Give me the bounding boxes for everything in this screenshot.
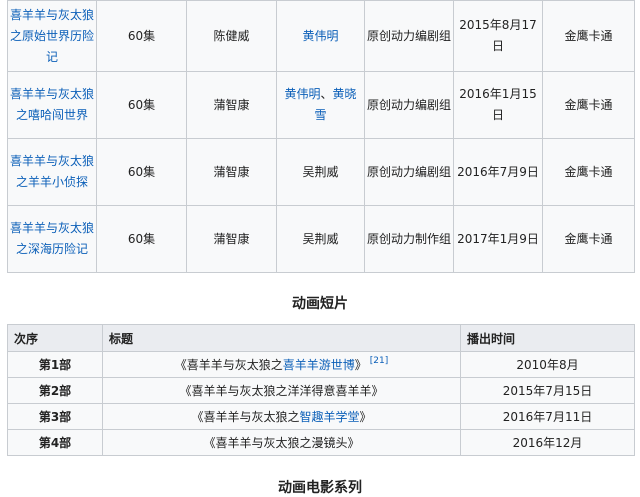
director-cell: 陈健威: [186, 0, 277, 72]
short-title-link[interactable]: 喜羊羊游世博: [283, 358, 355, 372]
series-title-link[interactable]: 喜羊羊与灰太狼之原始世界历险记: [10, 8, 94, 64]
short-title-cell: 《喜羊羊与灰太狼之漫镜头》: [102, 429, 461, 456]
writer-name: 吴荆威: [302, 231, 339, 246]
short-airdate-cell: 2010年8月: [460, 351, 635, 378]
episodes-cell: 60集: [96, 71, 187, 139]
series-table: 喜羊羊与灰太狼之原始世界历险记 60集 陈健威 黄伟明 原创动力编剧组 2015年8月17…: [7, 0, 635, 273]
writer-separator: 、: [320, 87, 333, 101]
short-title-cell: 《喜羊羊与灰太狼之洋洋得意喜羊羊》: [102, 377, 461, 404]
table-row: 喜羊羊与灰太狼之原始世界历险记 60集 陈健威 黄伟明 原创动力编剧组 2015年8月17…: [7, 0, 635, 72]
episodes-cell: 60集: [96, 0, 187, 72]
tv-channel-cell: 金鹰卡通: [542, 0, 635, 72]
short-title-text: 《喜羊羊与灰太狼之: [191, 410, 300, 424]
short-title-cell: 《喜羊羊与灰太狼之喜羊羊游世博》 [21]: [102, 351, 461, 378]
short-airdate-cell: 2016年7月11日: [460, 403, 635, 430]
table-row: 喜羊羊与灰太狼之深海历险记 60集 蒲智康 吴荆威 原创动力制作组 2017年1月9日 金鹰…: [7, 205, 635, 273]
table-row: 第1部 《喜羊羊与灰太狼之喜羊羊游世博》 [21] 2010年8月: [7, 351, 635, 378]
writer-link[interactable]: 黄伟明: [284, 87, 320, 101]
table-row: 第2部 《喜羊羊与灰太狼之洋洋得意喜羊羊》 2015年7月15日: [7, 377, 635, 404]
airdate-cell: 2016年1月15日: [453, 71, 543, 139]
column-header-airdate: 播出时间: [460, 324, 635, 352]
episodes-cell: 60集: [96, 138, 187, 206]
episodes-cell: 60集: [96, 205, 187, 273]
column-header-title: 标题: [102, 324, 461, 352]
airdate-cell: 2017年1月9日: [453, 205, 543, 273]
next-section-heading: 动画电影系列: [278, 480, 362, 496]
series-title-cell: 喜羊羊与灰太狼之羊羊小侦探: [7, 138, 97, 206]
studio-cell: 原创动力编剧组: [364, 138, 454, 206]
writer-cell: 吴荆威: [276, 205, 365, 273]
order-cell: 第2部: [7, 377, 103, 404]
short-airdate-cell: 2016年12月: [460, 429, 635, 456]
short-title-link[interactable]: 智趣羊学堂: [299, 410, 359, 424]
order-cell: 第1部: [7, 351, 103, 378]
short-title-text: 《喜羊羊与灰太狼之漫镜头》: [203, 436, 360, 450]
short-title-suffix: 》: [354, 358, 367, 372]
director-cell: 蒲智康: [186, 71, 277, 139]
table-row: 喜羊羊与灰太狼之羊羊小侦探 60集 蒲智康 吴荆威 原创动力编剧组 2016年7月9日 金鹰…: [7, 138, 635, 206]
short-title-suffix: 》: [359, 410, 372, 424]
director-cell: 蒲智康: [186, 205, 277, 273]
table-row: 第3部 《喜羊羊与灰太狼之智趣羊学堂》 2016年7月11日: [7, 403, 635, 430]
director-cell: 蒲智康: [186, 138, 277, 206]
short-airdate-cell: 2015年7月15日: [460, 377, 635, 404]
writer-cell: 黄伟明: [276, 0, 365, 72]
writer-cell: 吴荆威: [276, 138, 365, 206]
studio-cell: 原创动力编剧组: [364, 71, 454, 139]
short-title-cell: 《喜羊羊与灰太狼之智趣羊学堂》: [102, 403, 461, 430]
shorts-table: 次序 标题 播出时间 第1部 《喜羊羊与灰太狼之喜羊羊游世博》 [21] 2010年8…: [7, 324, 635, 456]
table-row: 第4部 《喜羊羊与灰太狼之漫镜头》 2016年12月: [7, 429, 635, 456]
tv-channel-cell: 金鹰卡通: [542, 138, 635, 206]
writer-name: 吴荆威: [302, 164, 339, 179]
studio-cell: 原创动力编剧组: [364, 0, 454, 72]
series-title-cell: 喜羊羊与灰太狼之原始世界历险记: [7, 0, 97, 72]
short-title-text: 《喜羊羊与灰太狼之洋洋得意喜羊羊》: [179, 384, 384, 398]
airdate-cell: 2016年7月9日: [453, 138, 543, 206]
tv-channel-cell: 金鹰卡通: [542, 205, 635, 273]
series-title-cell: 喜羊羊与灰太狼之嘻哈闯世界: [7, 71, 97, 139]
order-cell: 第3部: [7, 403, 103, 430]
series-title-link[interactable]: 喜羊羊与灰太狼之深海历险记: [10, 221, 94, 256]
table-row: 喜羊羊与灰太狼之嘻哈闯世界 60集 蒲智康 黄伟明、黄晓雪 原创动力编剧组 2016年1月…: [7, 71, 635, 139]
short-title-text: 《喜羊羊与灰太狼之: [174, 358, 283, 372]
order-cell: 第4部: [7, 429, 103, 456]
tv-channel-cell: 金鹰卡通: [542, 71, 635, 139]
reference-link[interactable]: [21]: [370, 356, 388, 366]
studio-cell: 原创动力制作组: [364, 205, 454, 273]
series-title-cell: 喜羊羊与灰太狼之深海历险记: [7, 205, 97, 273]
column-header-order: 次序: [7, 324, 103, 352]
series-title-link[interactable]: 喜羊羊与灰太狼之嘻哈闯世界: [10, 87, 94, 122]
series-title-link[interactable]: 喜羊羊与灰太狼之羊羊小侦探: [10, 154, 94, 189]
shorts-section-heading: 动画短片: [292, 296, 348, 312]
writer-cell: 黄伟明、黄晓雪: [276, 71, 365, 139]
writer-link[interactable]: 黄伟明: [302, 29, 338, 43]
airdate-cell: 2015年8月17日: [453, 0, 543, 72]
